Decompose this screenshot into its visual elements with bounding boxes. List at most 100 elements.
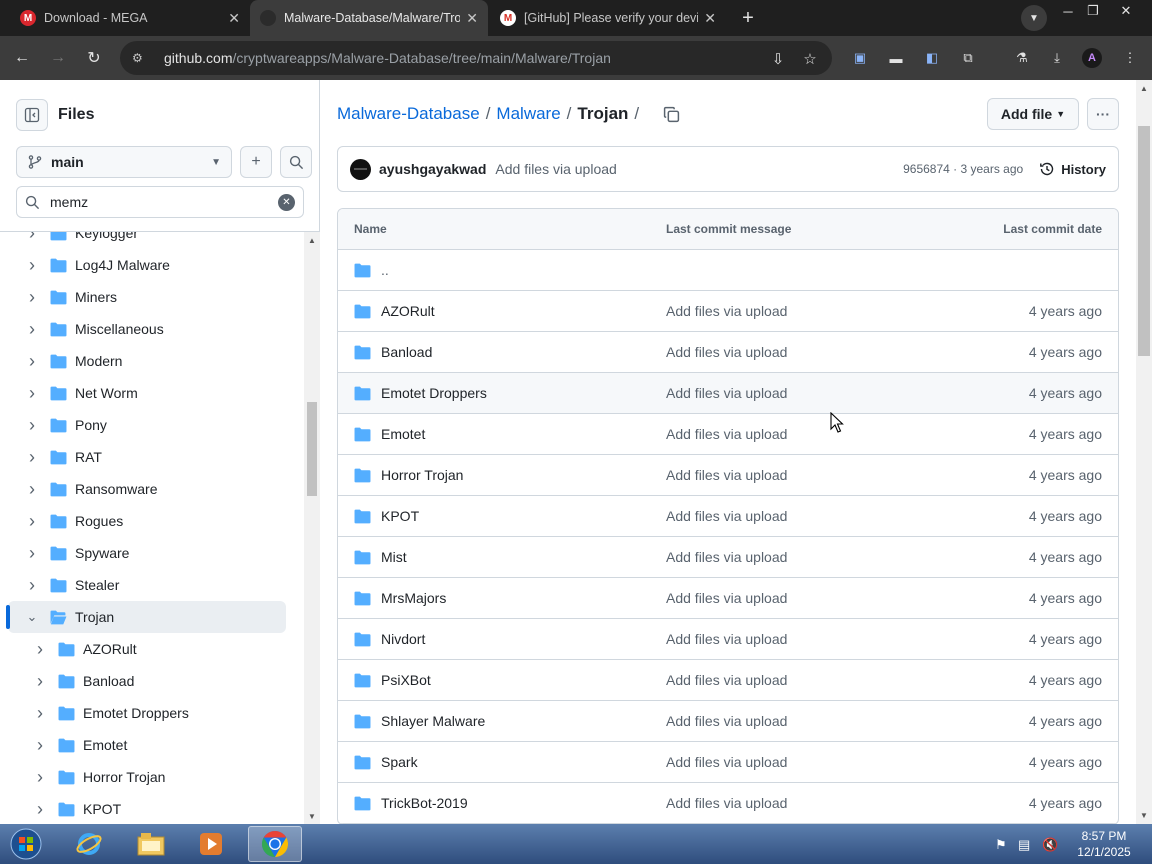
tree-item[interactable]: › Spyware bbox=[0, 537, 304, 569]
commit-message-link[interactable]: Add files via upload bbox=[666, 467, 1029, 483]
chevron-right-icon[interactable]: › bbox=[32, 639, 48, 660]
table-row[interactable]: Banload Add files via upload 4 years ago bbox=[338, 332, 1118, 373]
chevron-right-icon[interactable]: › bbox=[32, 703, 48, 724]
history-button[interactable]: History bbox=[1039, 161, 1106, 177]
chevron-right-icon[interactable]: › bbox=[32, 671, 48, 692]
tree-item[interactable]: › Keylogger bbox=[0, 232, 304, 249]
chevron-right-icon[interactable]: › bbox=[24, 351, 40, 372]
add-file-button[interactable]: Add file ▼ bbox=[987, 98, 1079, 130]
download-icon[interactable]: ⤓ bbox=[1047, 48, 1067, 68]
table-row[interactable]: KPOT Add files via upload 4 years ago bbox=[338, 496, 1118, 537]
avatar[interactable] bbox=[350, 158, 371, 180]
bookmark-star-icon[interactable]: ☆ bbox=[800, 49, 820, 69]
add-file-plus-button[interactable]: + bbox=[240, 146, 272, 178]
close-icon[interactable]: ✕ bbox=[228, 10, 240, 27]
scroll-down-icon[interactable]: ▼ bbox=[308, 812, 316, 821]
tree-item[interactable]: › Emotet Droppers bbox=[0, 697, 304, 729]
taskbar-media-player[interactable] bbox=[184, 826, 238, 862]
minimize-button[interactable]: ─ bbox=[1056, 2, 1080, 20]
install-app-icon[interactable]: ⇩ bbox=[768, 49, 788, 69]
close-icon[interactable]: ✕ bbox=[466, 10, 478, 27]
commit-message[interactable]: Add files via upload bbox=[495, 161, 616, 177]
tab-github-trojan[interactable]: Malware-Database/Malware/Trojan ✕ bbox=[250, 0, 488, 36]
commit-message-link[interactable]: Add files via upload bbox=[666, 713, 1029, 729]
chevron-right-icon[interactable]: › bbox=[24, 255, 40, 276]
folder-name-link[interactable]: Shlayer Malware bbox=[381, 713, 485, 729]
folder-name-link[interactable]: PsiXBot bbox=[381, 672, 431, 688]
reload-button[interactable]: ↻ bbox=[82, 46, 106, 70]
tree-item[interactable]: › Miscellaneous bbox=[0, 313, 304, 345]
collapse-sidebar-button[interactable] bbox=[16, 99, 48, 131]
chevron-right-icon[interactable]: › bbox=[32, 735, 48, 756]
commit-message-link[interactable]: Add files via upload bbox=[666, 508, 1029, 524]
new-tab-button[interactable]: + bbox=[736, 6, 760, 30]
chevron-right-icon[interactable]: › bbox=[24, 447, 40, 468]
table-row[interactable]: Nivdort Add files via upload 4 years ago bbox=[338, 619, 1118, 660]
kebab-menu-icon[interactable]: ⋮ bbox=[1120, 48, 1140, 68]
chevron-right-icon[interactable]: › bbox=[32, 799, 48, 820]
tree-item[interactable]: › Emotet bbox=[0, 729, 304, 761]
folder-name-link[interactable]: Emotet bbox=[381, 426, 425, 442]
close-icon[interactable]: ✕ bbox=[704, 10, 716, 27]
parent-directory-row[interactable]: .. bbox=[338, 250, 1118, 291]
table-row[interactable]: Emotet Add files via upload 4 years ago bbox=[338, 414, 1118, 455]
chevron-right-icon[interactable]: › bbox=[24, 575, 40, 596]
volume-muted-icon[interactable]: 🔇 bbox=[1042, 837, 1058, 853]
tab-gmail-verify[interactable]: M [GitHub] Please verify your device ✕ bbox=[490, 0, 726, 36]
clear-filter-icon[interactable]: ✕ bbox=[278, 193, 295, 211]
scroll-up-icon[interactable]: ▲ bbox=[308, 236, 316, 245]
folder-name-link[interactable]: Horror Trojan bbox=[381, 467, 463, 483]
restore-button[interactable]: ❐ bbox=[1081, 2, 1105, 20]
tree-item[interactable]: › Pony bbox=[0, 409, 304, 441]
commit-message-link[interactable]: Add files via upload bbox=[666, 344, 1029, 360]
tab-search-button[interactable]: ▼ bbox=[1021, 5, 1047, 31]
extension-icon[interactable]: ▣ bbox=[850, 48, 870, 68]
table-row[interactable]: MrsMajors Add files via upload 4 years ago bbox=[338, 578, 1118, 619]
tree-item[interactable]: ⌄ Trojan bbox=[6, 601, 286, 633]
table-row[interactable]: Emotet Droppers Add files via upload 4 yea… bbox=[338, 373, 1118, 414]
commit-message-link[interactable]: Add files via upload bbox=[666, 590, 1029, 606]
folder-name-link[interactable]: Spark bbox=[381, 754, 418, 770]
taskbar-internet-explorer[interactable] bbox=[62, 826, 116, 862]
tree-item[interactable]: › Banload bbox=[0, 665, 304, 697]
labs-flask-icon[interactable]: ⚗ bbox=[1012, 48, 1032, 68]
commit-message-link[interactable]: Add files via upload bbox=[666, 754, 1029, 770]
chevron-right-icon[interactable]: › bbox=[24, 543, 40, 564]
chevron-right-icon[interactable]: › bbox=[24, 287, 40, 308]
forward-button[interactable]: → bbox=[46, 46, 70, 70]
tree-item[interactable]: › Ransomware bbox=[0, 473, 304, 505]
commit-message-link[interactable]: Add files via upload bbox=[666, 385, 1029, 401]
more-options-button[interactable]: ··· bbox=[1087, 98, 1119, 130]
commit-message-link[interactable]: Add files via upload bbox=[666, 672, 1029, 688]
table-row[interactable]: PsiXBot Add files via upload 4 years ago bbox=[338, 660, 1118, 701]
folder-name-link[interactable]: Banload bbox=[381, 344, 432, 360]
tree-item[interactable]: › Horror Trojan bbox=[0, 761, 304, 793]
commit-author[interactable]: ayushgayakwad bbox=[379, 161, 486, 177]
chevron-right-icon[interactable]: › bbox=[24, 511, 40, 532]
scroll-up-icon[interactable]: ▲ bbox=[1140, 84, 1148, 93]
profile-avatar[interactable]: A bbox=[1082, 48, 1102, 68]
search-files-button[interactable] bbox=[280, 146, 312, 178]
folder-name-link[interactable]: AZORult bbox=[381, 303, 435, 319]
network-icon[interactable]: ▤ bbox=[1018, 837, 1030, 853]
folder-name-link[interactable]: Nivdort bbox=[381, 631, 425, 647]
branch-selector[interactable]: main ▼ bbox=[16, 146, 232, 178]
chevron-down-icon[interactable]: ⌄ bbox=[24, 609, 40, 625]
tree-item[interactable]: › Miners bbox=[0, 281, 304, 313]
action-center-flag-icon[interactable]: ⚑ bbox=[995, 837, 1007, 853]
commit-meta[interactable]: 9656874 · 3 years ago bbox=[903, 162, 1023, 176]
tree-item[interactable]: › Net Worm bbox=[0, 377, 304, 409]
chevron-right-icon[interactable]: › bbox=[24, 479, 40, 500]
breadcrumb-folder-link[interactable]: Malware bbox=[496, 104, 560, 124]
scroll-down-icon[interactable]: ▼ bbox=[1140, 811, 1148, 820]
taskbar-chrome[interactable] bbox=[248, 826, 302, 862]
puzzle-extensions-icon[interactable]: ⧉ bbox=[958, 48, 978, 68]
tree-item[interactable]: › Modern bbox=[0, 345, 304, 377]
commit-message-link[interactable]: Add files via upload bbox=[666, 426, 1029, 442]
tree-item[interactable]: › Log4J Malware bbox=[0, 249, 304, 281]
tree-item[interactable]: › AZORult bbox=[0, 633, 304, 665]
table-row[interactable]: AZORult Add files via upload 4 years ago bbox=[338, 291, 1118, 332]
table-row[interactable]: TrickBot-2019 Add files via upload 4 years… bbox=[338, 783, 1118, 824]
table-row[interactable]: Horror Trojan Add files via upload 4 years… bbox=[338, 455, 1118, 496]
parent-directory-link[interactable]: .. bbox=[381, 262, 389, 278]
